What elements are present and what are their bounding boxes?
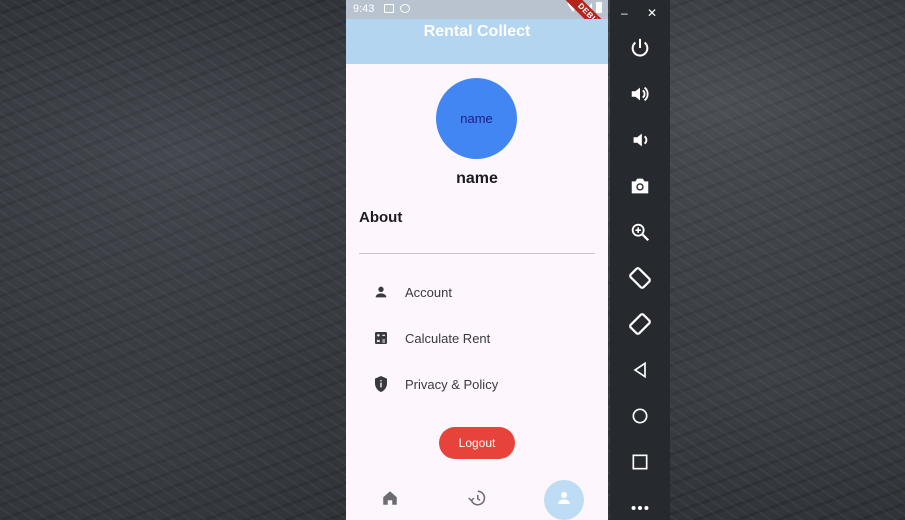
person-icon (372, 284, 390, 300)
zoom-in-icon (629, 221, 651, 248)
avatar[interactable]: name (436, 78, 517, 159)
power-button[interactable] (624, 34, 656, 66)
rotate-right-button[interactable] (624, 310, 656, 342)
camera-icon (629, 175, 651, 202)
volume-down-button[interactable] (624, 126, 656, 158)
app-bar: Rental Collect (346, 19, 608, 64)
back-button[interactable] (624, 356, 656, 388)
history-icon (468, 489, 486, 512)
battery-icon (596, 2, 602, 13)
logout-button[interactable]: Logout (439, 427, 515, 459)
app-title: Rental Collect (423, 23, 531, 40)
volume-up-icon (629, 83, 651, 110)
nav-history[interactable] (457, 480, 497, 520)
volume-up-button[interactable] (624, 80, 656, 112)
power-icon (629, 37, 651, 64)
back-icon (630, 360, 650, 385)
home-button[interactable] (624, 402, 656, 434)
phone-screen: 9:43 DEBUG Rental Collect name name Abou… (346, 0, 608, 520)
profile-name: name (456, 170, 498, 187)
calculator-icon (372, 330, 390, 346)
emulator-toolbar: – ✕ (610, 0, 670, 520)
overview-icon (630, 452, 650, 477)
about-heading: About (359, 209, 403, 226)
divider (359, 253, 595, 254)
more-icon (629, 497, 651, 520)
avatar-text: name (460, 111, 493, 126)
status-time: 9:43 (353, 3, 375, 15)
overview-button[interactable] (624, 448, 656, 480)
rotate-left-button[interactable] (624, 264, 656, 296)
home-icon (381, 489, 399, 512)
menu-item-account[interactable]: Account (359, 271, 595, 313)
home-circle-icon (630, 406, 650, 431)
menu-item-calculate-rent[interactable]: Calculate Rent (359, 317, 595, 359)
menu-item-privacy-policy[interactable]: Privacy & Policy (359, 363, 595, 405)
menu-item-label: Account (405, 284, 452, 300)
app-notification-icon (400, 4, 410, 13)
nav-profile[interactable] (544, 480, 584, 520)
close-button[interactable]: ✕ (647, 6, 657, 20)
more-button[interactable] (624, 494, 656, 520)
bottom-navigation (346, 476, 608, 520)
rotate-right-icon (628, 312, 652, 341)
shield-icon (372, 375, 390, 393)
gallery-notification-icon (384, 4, 394, 13)
person-icon (555, 489, 573, 512)
rotate-left-icon (628, 266, 652, 295)
minimize-button[interactable]: – (621, 6, 628, 20)
screenshot-button[interactable] (624, 172, 656, 204)
emulator-window-controls: – ✕ (610, 0, 670, 30)
volume-down-icon (629, 129, 651, 156)
zoom-button[interactable] (624, 218, 656, 250)
menu-item-label: Privacy & Policy (405, 376, 499, 392)
nav-home[interactable] (370, 480, 410, 520)
menu-item-label: Calculate Rent (405, 330, 491, 346)
